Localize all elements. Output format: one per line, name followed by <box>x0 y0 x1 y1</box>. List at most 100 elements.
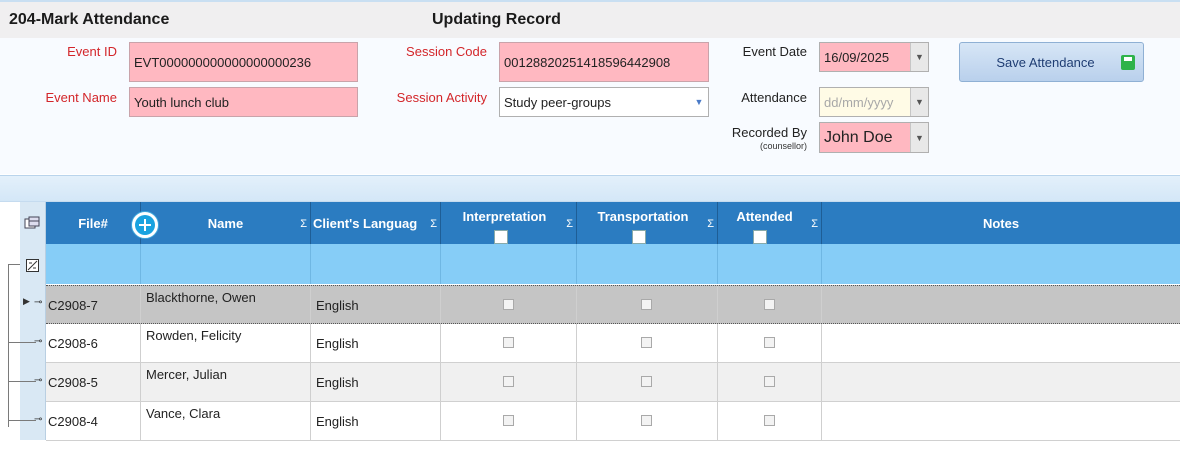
file-number: C2908-6 <box>48 336 98 351</box>
cell-notes[interactable] <box>822 402 1180 440</box>
attended-checkbox[interactable] <box>764 376 775 387</box>
cell-name[interactable]: Blackthorne, Owen <box>141 286 311 323</box>
transportation-checkbox[interactable] <box>641 415 652 426</box>
sigma-icon[interactable]: Σ <box>300 218 307 230</box>
interpretation-checkbox[interactable] <box>503 376 514 387</box>
cell-interpretation[interactable] <box>441 402 577 440</box>
tree-connector <box>8 264 20 265</box>
cell-interpretation[interactable] <box>441 286 577 323</box>
tree-connector <box>8 342 36 343</box>
transportation-checkbox[interactable] <box>641 376 652 387</box>
table-row[interactable]: C2908-6 Rowden, Felicity English <box>46 324 1180 363</box>
cell-file[interactable]: C2908-5 <box>46 363 141 401</box>
save-attendance-label: Save Attendance <box>996 54 1095 70</box>
file-number: C2908-5 <box>48 375 98 390</box>
cell-transportation[interactable] <box>577 286 718 323</box>
select-all-interpretation-checkbox[interactable] <box>493 230 508 244</box>
column-header-interpretation-label: Interpretation <box>462 209 547 224</box>
cell-file[interactable]: C2908-4 <box>46 402 141 440</box>
record-status: Updating Record <box>432 11 561 28</box>
client-name: Blackthorne, Owen <box>146 290 256 305</box>
cell-attended[interactable] <box>718 324 822 362</box>
cell-file[interactable]: C2908-7 <box>46 286 141 323</box>
session-code-label: Session Code <box>406 44 487 59</box>
attended-checkbox[interactable] <box>764 299 775 310</box>
chevron-down-icon[interactable]: ▼ <box>910 88 928 116</box>
transportation-checkbox[interactable] <box>641 299 652 310</box>
attendance-date-picker[interactable]: dd/mm/yyyy ▼ <box>819 87 929 117</box>
column-header-file-label: File# <box>78 216 108 231</box>
cell-notes[interactable] <box>822 286 1180 323</box>
cell-name[interactable]: Vance, Clara <box>141 402 311 440</box>
event-name-field[interactable]: Youth lunch club <box>129 87 358 117</box>
transportation-checkbox[interactable] <box>641 337 652 348</box>
save-attendance-button[interactable]: Save Attendance <box>959 42 1144 82</box>
recorded-by-value: John Doe <box>824 128 893 146</box>
column-header-name-label: Name <box>207 216 244 231</box>
select-all-attended-checkbox[interactable] <box>752 230 767 244</box>
add-client-button[interactable] <box>131 211 159 239</box>
cell-attended[interactable] <box>718 286 822 323</box>
cell-attended[interactable] <box>718 402 822 440</box>
column-header-attended[interactable]: Attended Σ <box>718 202 822 244</box>
recorded-by-select[interactable]: John Doe ▼ <box>819 122 929 153</box>
floppy-disk-icon <box>1121 55 1135 70</box>
column-header-file[interactable]: File# <box>46 202 141 244</box>
pin-icon[interactable]: ⊸ <box>34 297 42 308</box>
interpretation-checkbox[interactable] <box>503 299 514 310</box>
cell-notes[interactable] <box>822 363 1180 401</box>
column-header-language[interactable]: Client's Languag Σ <box>311 202 441 244</box>
attended-checkbox[interactable] <box>764 337 775 348</box>
cell-name[interactable]: Mercer, Julian <box>141 363 311 401</box>
chevron-down-icon[interactable]: ▼ <box>910 43 928 71</box>
cell-attended[interactable] <box>718 363 822 401</box>
session-activity-value: Study peer-groups <box>504 94 611 110</box>
pin-icon[interactable]: ⊸ <box>34 336 42 347</box>
filter-cell-notes[interactable] <box>822 244 1180 284</box>
attended-checkbox[interactable] <box>764 415 775 426</box>
column-header-notes[interactable]: Notes <box>822 202 1180 244</box>
column-header-interpretation[interactable]: Interpretation Σ <box>441 202 577 244</box>
select-all-transportation-checkbox[interactable] <box>632 230 646 244</box>
pin-icon[interactable]: ⊸ <box>34 414 42 425</box>
event-date-picker[interactable]: 16/09/2025 ▼ <box>819 42 929 72</box>
filter-cell-language[interactable] <box>311 244 441 284</box>
event-id-field[interactable]: EVT000000000000000000236 <box>129 42 358 82</box>
table-row[interactable]: C2908-5 Mercer, Julian English <box>46 363 1180 402</box>
cell-transportation[interactable] <box>577 402 718 440</box>
cell-transportation[interactable] <box>577 363 718 401</box>
cell-name[interactable]: Rowden, Felicity <box>141 324 311 362</box>
column-header-transportation-label: Transportation <box>597 209 689 224</box>
column-chooser-icon[interactable] <box>24 216 40 230</box>
column-header-name[interactable]: Name Σ <box>141 202 311 244</box>
filter-cell-file[interactable] <box>46 244 141 284</box>
column-header-transportation[interactable]: Transportation Σ <box>577 202 718 244</box>
tree-connector <box>8 264 9 426</box>
cell-language[interactable]: English <box>311 324 441 362</box>
table-row[interactable]: C2908-7 Blackthorne, Owen English <box>46 285 1180 324</box>
sigma-icon[interactable]: Σ <box>811 218 818 230</box>
chevron-down-icon[interactable]: ▼ <box>910 123 928 152</box>
pin-icon[interactable]: ⊸ <box>34 375 42 386</box>
filter-cell-name[interactable] <box>141 244 311 284</box>
cell-file[interactable]: C2908-6 <box>46 324 141 362</box>
title-bar: 204-Mark Attendance Updating Record <box>0 0 1180 38</box>
filter-cell-attended[interactable] <box>718 244 822 284</box>
session-activity-select[interactable]: Study peer-groups ▼ <box>499 87 709 117</box>
cell-language[interactable]: English <box>311 286 441 323</box>
filter-cell-interpretation[interactable] <box>441 244 577 284</box>
filter-cell-transportation[interactable] <box>577 244 718 284</box>
table-row[interactable]: C2908-4 Vance, Clara English <box>46 402 1180 441</box>
cell-interpretation[interactable] <box>441 324 577 362</box>
cell-language[interactable]: English <box>311 363 441 401</box>
filter-edit-icon[interactable] <box>26 259 39 272</box>
interpretation-checkbox[interactable] <box>503 337 514 348</box>
cell-transportation[interactable] <box>577 324 718 362</box>
cell-notes[interactable] <box>822 324 1180 362</box>
plus-circle-icon <box>135 215 155 235</box>
cell-language[interactable]: English <box>311 402 441 440</box>
session-code-field[interactable]: 00128820251418596442908 <box>499 42 709 82</box>
recorded-by-label: Recorded By (counsellor) <box>700 125 807 151</box>
cell-interpretation[interactable] <box>441 363 577 401</box>
interpretation-checkbox[interactable] <box>503 415 514 426</box>
